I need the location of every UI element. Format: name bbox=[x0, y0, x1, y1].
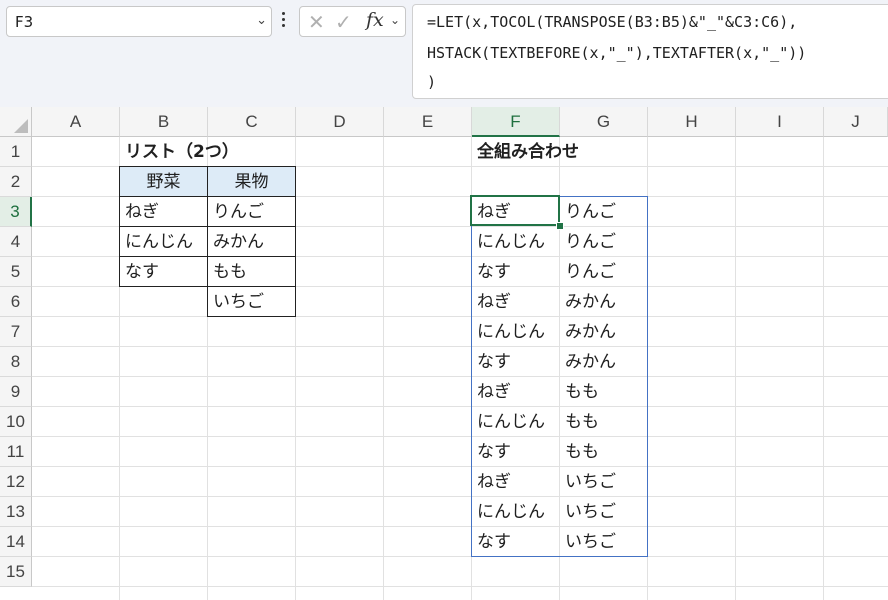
row-header-11[interactable]: 11 bbox=[0, 437, 32, 467]
gridline bbox=[32, 346, 888, 347]
fruit-cell[interactable]: もも bbox=[207, 256, 296, 287]
column-header-j[interactable]: J bbox=[824, 107, 888, 137]
row-header-1[interactable]: 1 bbox=[0, 137, 32, 167]
gridline bbox=[823, 137, 824, 600]
table-header-vegetables[interactable]: 野菜 bbox=[119, 166, 208, 197]
name-box-value: F3 bbox=[15, 13, 34, 31]
formula-controls: ✕ ✓ fx ⌄ bbox=[299, 6, 406, 37]
gridline bbox=[32, 556, 888, 557]
chevron-down-icon[interactable]: ⌄ bbox=[256, 13, 267, 28]
column-header-i[interactable]: I bbox=[736, 107, 824, 137]
gridline bbox=[32, 586, 888, 587]
column-header-b[interactable]: B bbox=[120, 107, 208, 137]
vegetable-cell[interactable]: にんじん bbox=[119, 226, 208, 257]
column-header-g[interactable]: G bbox=[560, 107, 648, 137]
row-header-6[interactable]: 6 bbox=[0, 287, 32, 317]
fruit-cell[interactable]: いちご bbox=[207, 286, 296, 317]
formula-toolbar: F3 ⌄ ✕ ✓ fx ⌄ =LET(x,TOCOL(TRANSPOSE(B3:… bbox=[0, 0, 888, 107]
column-header-h[interactable]: H bbox=[648, 107, 736, 137]
row-header-12[interactable]: 12 bbox=[0, 467, 32, 497]
column-header-c[interactable]: C bbox=[208, 107, 296, 137]
worksheet-grid[interactable]: A B C D E F G H I J 1 2 3 4 5 6 7 8 9 10… bbox=[0, 107, 888, 600]
row-header-4[interactable]: 4 bbox=[0, 227, 32, 257]
spill-range-border bbox=[471, 196, 648, 557]
vegetable-cell[interactable]: ねぎ bbox=[119, 196, 208, 227]
active-cell-selection[interactable] bbox=[470, 195, 560, 226]
fruit-cell[interactable]: みかん bbox=[207, 226, 296, 257]
fruit-cell[interactable]: りんご bbox=[207, 196, 296, 227]
formula-input[interactable]: =LET(x,TOCOL(TRANSPOSE(B3:B5)&"_"&C3:C6)… bbox=[412, 4, 888, 99]
row-header-8[interactable]: 8 bbox=[0, 347, 32, 377]
list-title[interactable]: リスト（2つ） bbox=[120, 137, 300, 167]
row-header-14[interactable]: 14 bbox=[0, 527, 32, 557]
column-header-d[interactable]: D bbox=[296, 107, 384, 137]
combinations-title[interactable]: 全組み合わせ bbox=[472, 137, 648, 167]
chevron-down-icon[interactable]: ⌄ bbox=[390, 13, 400, 27]
name-box[interactable]: F3 ⌄ bbox=[6, 6, 272, 37]
table-header-fruits[interactable]: 果物 bbox=[207, 166, 296, 197]
vegetable-cell[interactable]: なす bbox=[119, 256, 208, 287]
row-header-7[interactable]: 7 bbox=[0, 317, 32, 347]
formula-line: ) bbox=[427, 73, 437, 91]
row-header-3[interactable]: 3 bbox=[0, 197, 32, 227]
column-header-f[interactable]: F bbox=[472, 107, 560, 137]
gridline bbox=[32, 466, 888, 467]
column-header-e[interactable]: E bbox=[384, 107, 472, 137]
row-header-2[interactable]: 2 bbox=[0, 167, 32, 197]
column-header-a[interactable]: A bbox=[32, 107, 120, 137]
select-all-button[interactable] bbox=[0, 107, 32, 137]
gridline bbox=[32, 526, 888, 527]
insert-function-icon[interactable]: fx bbox=[366, 9, 384, 31]
gridline bbox=[32, 496, 888, 497]
row-header-13[interactable]: 13 bbox=[0, 497, 32, 527]
row-header-5[interactable]: 5 bbox=[0, 257, 32, 287]
gridline bbox=[32, 376, 888, 377]
gridline bbox=[32, 316, 888, 317]
formula-line: =LET(x,TOCOL(TRANSPOSE(B3:B5)&"_"&C3:C6)… bbox=[427, 13, 798, 31]
formula-line: HSTACK(TEXTBEFORE(x,"_"),TEXTAFTER(x,"_"… bbox=[427, 44, 807, 62]
fill-handle[interactable] bbox=[556, 222, 564, 230]
gridline bbox=[735, 137, 736, 600]
gridline bbox=[32, 436, 888, 437]
check-icon[interactable]: ✓ bbox=[335, 10, 352, 34]
cancel-icon[interactable]: ✕ bbox=[308, 10, 325, 34]
row-header-9[interactable]: 9 bbox=[0, 377, 32, 407]
gridline bbox=[32, 406, 888, 407]
row-header-15[interactable]: 15 bbox=[0, 557, 32, 587]
row-header-10[interactable]: 10 bbox=[0, 407, 32, 437]
more-options-icon[interactable] bbox=[282, 12, 286, 30]
gridline bbox=[383, 137, 384, 600]
